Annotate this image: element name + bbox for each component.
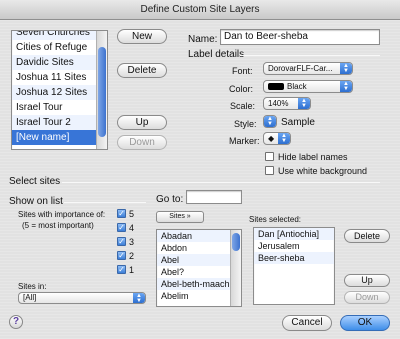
- scroll-thumb[interactable]: [98, 47, 106, 137]
- list-item[interactable]: Abdon: [157, 242, 241, 254]
- white-background-checkbox[interactable]: [265, 166, 274, 175]
- list-item[interactable]: Seven Churches: [12, 31, 107, 40]
- hide-label-names-label: Hide label names: [278, 152, 348, 162]
- importance-1-checkbox[interactable]: ✓: [117, 265, 126, 274]
- importance-2-checkbox[interactable]: ✓: [117, 251, 126, 260]
- list-item[interactable]: Abadan: [157, 230, 241, 242]
- list-item[interactable]: Cities of Refuge: [12, 40, 107, 55]
- list-item[interactable]: Abelim: [157, 290, 241, 302]
- delete-site-button[interactable]: Delete: [344, 229, 390, 243]
- updown-arrows-icon: ▲ ▼: [340, 81, 352, 92]
- updown-arrows-icon: ▲ ▼: [278, 133, 290, 144]
- marker-popup[interactable]: ◆ ▲ ▼: [263, 132, 291, 145]
- importance-hint: (5 = most important): [22, 221, 94, 230]
- select-sites-heading: Select sites: [9, 176, 61, 187]
- color-label: Color:: [229, 84, 254, 94]
- diamond-icon: ◆: [268, 134, 275, 143]
- hide-label-names-checkbox[interactable]: [265, 152, 274, 161]
- scale-popup[interactable]: 140% ▲ ▼: [263, 97, 311, 110]
- new-button[interactable]: New: [117, 29, 167, 44]
- goto-label: Go to:: [156, 194, 184, 205]
- label-details-heading: Label details: [188, 49, 245, 60]
- window-title: Define Custom Site Layers: [140, 4, 260, 15]
- divider: [64, 202, 146, 203]
- style-label: Style:: [234, 119, 257, 129]
- sites-in-label: Sites in:: [18, 282, 47, 291]
- help-icon[interactable]: ?: [9, 315, 23, 329]
- marker-label: Marker:: [229, 136, 260, 146]
- importance-2-label: 2: [129, 251, 135, 261]
- goto-field[interactable]: [186, 190, 242, 204]
- importance-3-label: 3: [129, 237, 135, 247]
- importance-5-checkbox[interactable]: ✓: [117, 209, 126, 218]
- list-item[interactable]: Abel-beth-maach...: [157, 278, 241, 290]
- scroll-thumb[interactable]: [232, 233, 240, 251]
- white-background-label: Use white background: [278, 166, 368, 176]
- site-down-button[interactable]: Down: [344, 291, 390, 304]
- sites-list[interactable]: Abadan Abdon Abel Abel? Abel-beth-maach.…: [156, 229, 242, 307]
- up-button[interactable]: Up: [117, 115, 167, 130]
- selected-sites-list[interactable]: Dan [Antiochia] Jerusalem Beer-sheba: [253, 227, 335, 305]
- importance-3-checkbox[interactable]: ✓: [117, 237, 126, 246]
- layers-list[interactable]: Seven Churches Cities of Refuge Davidic …: [11, 30, 108, 150]
- scale-value: 140%: [268, 99, 289, 108]
- scale-label: Scale:: [230, 101, 256, 111]
- color-swatch: [268, 83, 284, 91]
- style-popup[interactable]: ▲ ▼: [263, 115, 277, 128]
- show-on-list-heading: Show on list: [9, 196, 63, 207]
- importance-5-label: 5: [129, 209, 135, 219]
- sites-button[interactable]: Sites »: [156, 211, 204, 223]
- delete-layer-button[interactable]: Delete: [117, 63, 167, 78]
- font-value: DorovarFLF-Car...: [268, 64, 333, 73]
- sites-in-value: [All]: [23, 293, 37, 302]
- color-popup[interactable]: Black ▲ ▼: [263, 80, 353, 93]
- ok-button[interactable]: OK: [340, 315, 390, 331]
- importance-4-checkbox[interactable]: ✓: [117, 223, 126, 232]
- list-item[interactable]: Davidic Sites: [12, 55, 107, 70]
- list-item[interactable]: Abel: [157, 254, 241, 266]
- style-sample: Sample: [281, 117, 315, 128]
- color-value: Black: [287, 82, 307, 91]
- down-button[interactable]: Down: [117, 135, 167, 150]
- list-item-selected[interactable]: [New name]: [12, 130, 107, 145]
- divider: [62, 182, 380, 183]
- updown-arrows-icon: ▲ ▼: [264, 116, 276, 127]
- name-label: Name:: [188, 34, 218, 45]
- window-title-bar: Define Custom Site Layers: [0, 0, 400, 20]
- sites-scrollbar[interactable]: [230, 230, 241, 306]
- sites-selected-heading: Sites selected:: [249, 215, 302, 224]
- font-label: Font:: [232, 66, 253, 76]
- updown-arrows-icon: ▲ ▼: [298, 98, 310, 109]
- updown-arrows-icon: ▲ ▼: [133, 293, 145, 303]
- sites-in-popup[interactable]: [All] ▲ ▼: [18, 292, 146, 304]
- layers-scrollbar[interactable]: [96, 31, 107, 149]
- list-item[interactable]: Abel?: [157, 266, 241, 278]
- cancel-button[interactable]: Cancel: [282, 315, 332, 331]
- list-item[interactable]: Israel Tour 2: [12, 115, 107, 130]
- list-item[interactable]: Joshua 11 Sites: [12, 70, 107, 85]
- divider: [240, 55, 380, 56]
- font-popup[interactable]: DorovarFLF-Car... ▲ ▼: [263, 62, 353, 75]
- importance-1-label: 1: [129, 265, 135, 275]
- importance-4-label: 4: [129, 223, 135, 233]
- list-item[interactable]: Beer-sheba: [254, 252, 334, 264]
- list-item[interactable]: Israel Tour: [12, 100, 107, 115]
- list-item[interactable]: Joshua 12 Sites: [12, 85, 107, 100]
- site-up-button[interactable]: Up: [344, 274, 390, 287]
- list-item[interactable]: Jerusalem: [254, 240, 334, 252]
- list-item[interactable]: Dan [Antiochia]: [254, 228, 334, 240]
- name-field[interactable]: Dan to Beer-sheba: [220, 29, 380, 45]
- importance-label: Sites with importance of:: [18, 210, 106, 219]
- updown-arrows-icon: ▲ ▼: [340, 63, 352, 74]
